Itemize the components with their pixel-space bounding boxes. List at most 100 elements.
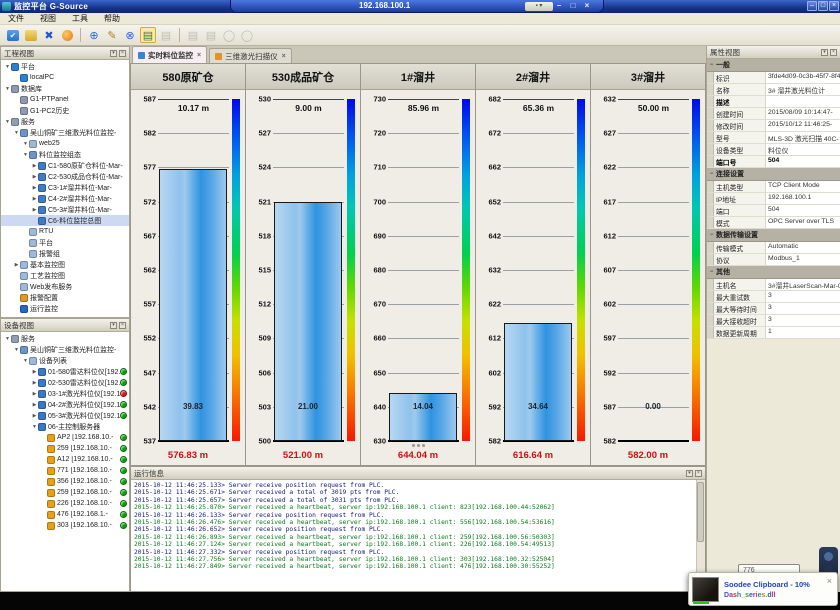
- tree-item[interactable]: 356 [192.168.10.-: [1, 476, 129, 487]
- form-view-icon[interactable]: ▤: [140, 27, 156, 43]
- panel-close-icon[interactable]: ×: [119, 50, 126, 57]
- section-collapse-icon[interactable]: −: [707, 62, 716, 68]
- log-scrollbar-thumb[interactable]: [697, 482, 704, 542]
- tree-item[interactable]: C6-料位监控总图: [1, 215, 129, 226]
- tree-item[interactable]: ▼设备列表: [1, 355, 129, 366]
- tab-2[interactable]: 三维激光扫描仪×: [209, 48, 292, 63]
- expand-icon[interactable]: ▶: [31, 413, 38, 419]
- property-row[interactable]: 端口号504: [707, 156, 840, 168]
- tree-item[interactable]: G1-PC2历史: [1, 105, 129, 116]
- panel-close-icon[interactable]: ×: [119, 322, 126, 329]
- tree-item[interactable]: ▶C4-2#溜井料位-Mar-: [1, 193, 129, 204]
- tree-item[interactable]: ▼料位监控组态: [1, 149, 129, 160]
- rdp-pin-controls[interactable]: ▪ ▾: [525, 2, 553, 11]
- section-collapse-icon[interactable]: −: [707, 171, 716, 177]
- property-row[interactable]: 协议Modbus_1: [707, 254, 840, 266]
- collapse-icon[interactable]: ▼: [4, 86, 11, 92]
- property-row[interactable]: 主机名3#溜井LaserScan-Mar-01-: [707, 279, 840, 291]
- tab-close-icon[interactable]: ×: [282, 53, 286, 60]
- property-section[interactable]: −其他: [707, 266, 840, 279]
- restore-button[interactable]: □: [818, 1, 828, 11]
- tree-item[interactable]: ▶C2-530成品仓料位-Mar-: [1, 171, 129, 182]
- collapse-icon[interactable]: ▼: [4, 119, 11, 125]
- tree-item[interactable]: A12 [192.168.10.-: [1, 454, 129, 465]
- tree-item[interactable]: ▼web25: [1, 138, 129, 149]
- rdp-minimize-button[interactable]: –: [553, 1, 565, 10]
- tree-item[interactable]: ▶01-580雷达料位仪[192.16-: [1, 366, 129, 377]
- tree-item[interactable]: ▶C5-3#溜井料位-Mar-: [1, 204, 129, 215]
- tree-item[interactable]: ▼平台: [1, 61, 129, 72]
- collapse-icon[interactable]: ▼: [22, 152, 29, 158]
- tree-item[interactable]: G1-PTPanel: [1, 94, 129, 105]
- property-row[interactable]: 型号MLS-3D 激光扫描 40C-: [707, 132, 840, 144]
- tree-item[interactable]: 476 [192.168.1.-: [1, 509, 129, 520]
- tree-item[interactable]: ▼服务: [1, 116, 129, 127]
- delete-icon[interactable]: ⊗: [122, 27, 138, 43]
- menu-item-视图[interactable]: 视图: [32, 13, 64, 24]
- tab-1[interactable]: 实时料位监控×: [132, 46, 207, 63]
- tree-item[interactable]: ▶02-530雷达料位仪[192.16-: [1, 377, 129, 388]
- tree-item[interactable]: 771 [192.168.10.-: [1, 465, 129, 476]
- expand-icon[interactable]: ▶: [31, 369, 38, 375]
- tree-item[interactable]: ▶03-1#激光料位仪[192.16-: [1, 388, 129, 399]
- toast-close-icon[interactable]: ×: [825, 576, 834, 586]
- tree-item[interactable]: 平台: [1, 237, 129, 248]
- collapse-icon[interactable]: ▼: [22, 358, 29, 364]
- minimize-button[interactable]: –: [807, 1, 817, 11]
- panel-pin-icon[interactable]: ▾: [821, 49, 828, 56]
- tree-item[interactable]: 303 [192.168.10.-: [1, 520, 129, 531]
- clipboard-toast[interactable]: Soodee Clipboard - 10% Dash_series.dll ×: [688, 572, 838, 606]
- property-section[interactable]: −一般: [707, 59, 840, 72]
- expand-icon[interactable]: ▶: [31, 380, 38, 386]
- expand-icon[interactable]: ▶: [31, 391, 38, 397]
- property-row[interactable]: 主机类型TCP Client Mode: [707, 181, 840, 193]
- property-row[interactable]: 模式OPC Server over TLS: [707, 217, 840, 229]
- tree-item[interactable]: 报警配置: [1, 292, 129, 303]
- open-project-icon[interactable]: [23, 27, 39, 43]
- section-collapse-icon[interactable]: −: [707, 269, 716, 275]
- collapse-icon[interactable]: ▼: [22, 141, 29, 147]
- tree-item[interactable]: localPC: [1, 72, 129, 83]
- tree-item[interactable]: AP2 [192.168.10.-: [1, 432, 129, 443]
- menu-item-工具[interactable]: 工具: [64, 13, 96, 24]
- panel-close-icon[interactable]: ×: [830, 49, 837, 56]
- user-online-icon[interactable]: ✔: [5, 27, 21, 43]
- property-row[interactable]: 数据更新周期1: [707, 327, 840, 339]
- rdp-close-button[interactable]: ×: [581, 1, 593, 10]
- tree-item[interactable]: ▼吴山铜矿三维激光料位监控-: [1, 344, 129, 355]
- tree-item[interactable]: 运行监控: [1, 303, 129, 314]
- expand-icon[interactable]: ▶: [31, 185, 38, 191]
- property-row[interactable]: 设备类型料位仪: [707, 144, 840, 156]
- tree-item[interactable]: 工艺监控图: [1, 270, 129, 281]
- tree-item[interactable]: ▶基本监控图: [1, 259, 129, 270]
- tree-item[interactable]: ▼服务: [1, 333, 129, 344]
- collapse-icon[interactable]: ▼: [13, 347, 20, 353]
- tree-item[interactable]: 报警组: [1, 248, 129, 259]
- close-button[interactable]: ×: [829, 1, 839, 11]
- expand-icon[interactable]: ▶: [31, 207, 38, 213]
- expand-icon[interactable]: ▶: [31, 402, 38, 408]
- property-row[interactable]: 最大等待时间3: [707, 303, 840, 315]
- collapse-icon[interactable]: ▼: [13, 130, 20, 136]
- property-row[interactable]: 修改时间2015/10/12 11:46:25-: [707, 120, 840, 132]
- edit-icon[interactable]: ✎: [104, 27, 120, 43]
- tree-item[interactable]: Web发布服务: [1, 281, 129, 292]
- property-row[interactable]: 最大接收超时3: [707, 315, 840, 327]
- menu-item-帮助[interactable]: 帮助: [96, 13, 128, 24]
- property-row[interactable]: 名称3# 溜井激光料位计: [707, 84, 840, 96]
- splitter-grip[interactable]: [408, 444, 428, 448]
- collapse-icon[interactable]: ▼: [4, 336, 11, 342]
- add-icon[interactable]: ⊕: [86, 27, 102, 43]
- property-row[interactable]: 描述: [707, 96, 840, 108]
- alarm-bell-icon[interactable]: [59, 27, 75, 43]
- collapse-icon[interactable]: ▼: [31, 424, 38, 430]
- tree-item[interactable]: ▼数据库: [1, 83, 129, 94]
- panel-pin-icon[interactable]: ▾: [110, 50, 117, 57]
- collapse-icon[interactable]: ▼: [4, 64, 11, 70]
- property-row[interactable]: 端口504: [707, 205, 840, 217]
- disconnect-icon[interactable]: ✖: [41, 27, 57, 43]
- tree-item[interactable]: 259 [192.168.10.-: [1, 487, 129, 498]
- rdp-restore-button[interactable]: □: [567, 1, 579, 10]
- tree-item[interactable]: ▶05-3#激光料位仪[192.16-: [1, 410, 129, 421]
- property-row[interactable]: 传输模式Automatic: [707, 242, 840, 254]
